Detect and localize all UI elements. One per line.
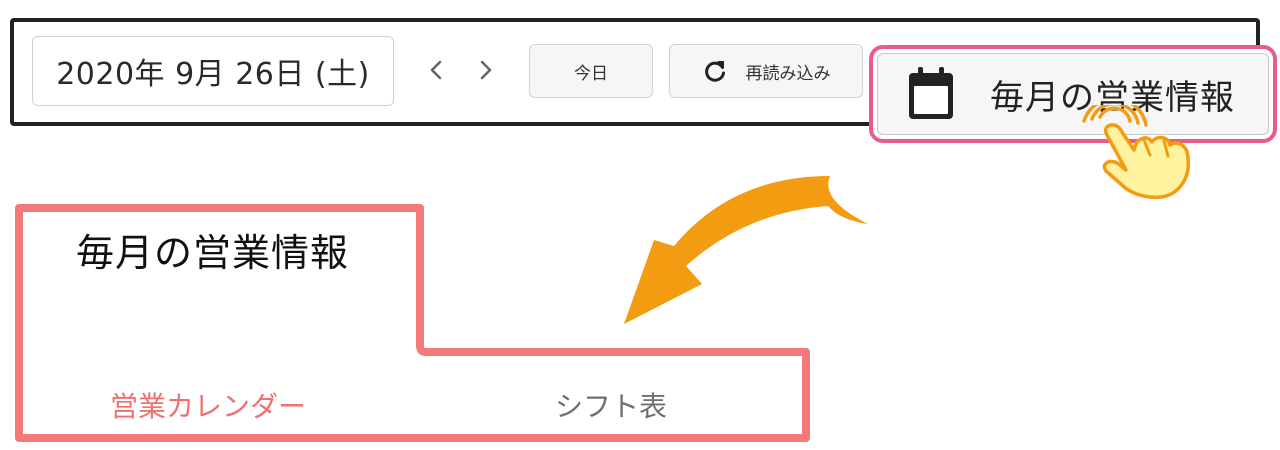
next-button[interactable]: [466, 48, 506, 92]
tab-shift-table[interactable]: シフト表: [555, 385, 667, 425]
prev-button[interactable]: [416, 48, 456, 92]
monthly-info-button[interactable]: 毎月の営業情報: [869, 45, 1277, 143]
calendar-icon: [909, 67, 953, 119]
date-text: 2020年 9月 26日 (土): [56, 57, 370, 92]
today-label: 今日: [574, 63, 608, 84]
tab-business-calendar[interactable]: 営業カレンダー: [110, 385, 306, 425]
date-display[interactable]: 2020年 9月 26日 (土): [32, 36, 394, 106]
refresh-icon: [704, 61, 725, 82]
curved-arrow: [624, 176, 868, 324]
pointing-hand-icon: [1082, 105, 1191, 200]
reload-label: 再読み込み: [745, 63, 831, 84]
page-title: 毎月の営業情報: [76, 231, 350, 275]
today-button[interactable]: 今日: [529, 44, 653, 98]
reload-button[interactable]: 再読み込み: [669, 44, 863, 98]
chevron-left-icon: [430, 60, 442, 80]
chevron-right-icon: [480, 60, 492, 80]
monthly-info-button-face[interactable]: 毎月の営業情報: [877, 53, 1269, 135]
